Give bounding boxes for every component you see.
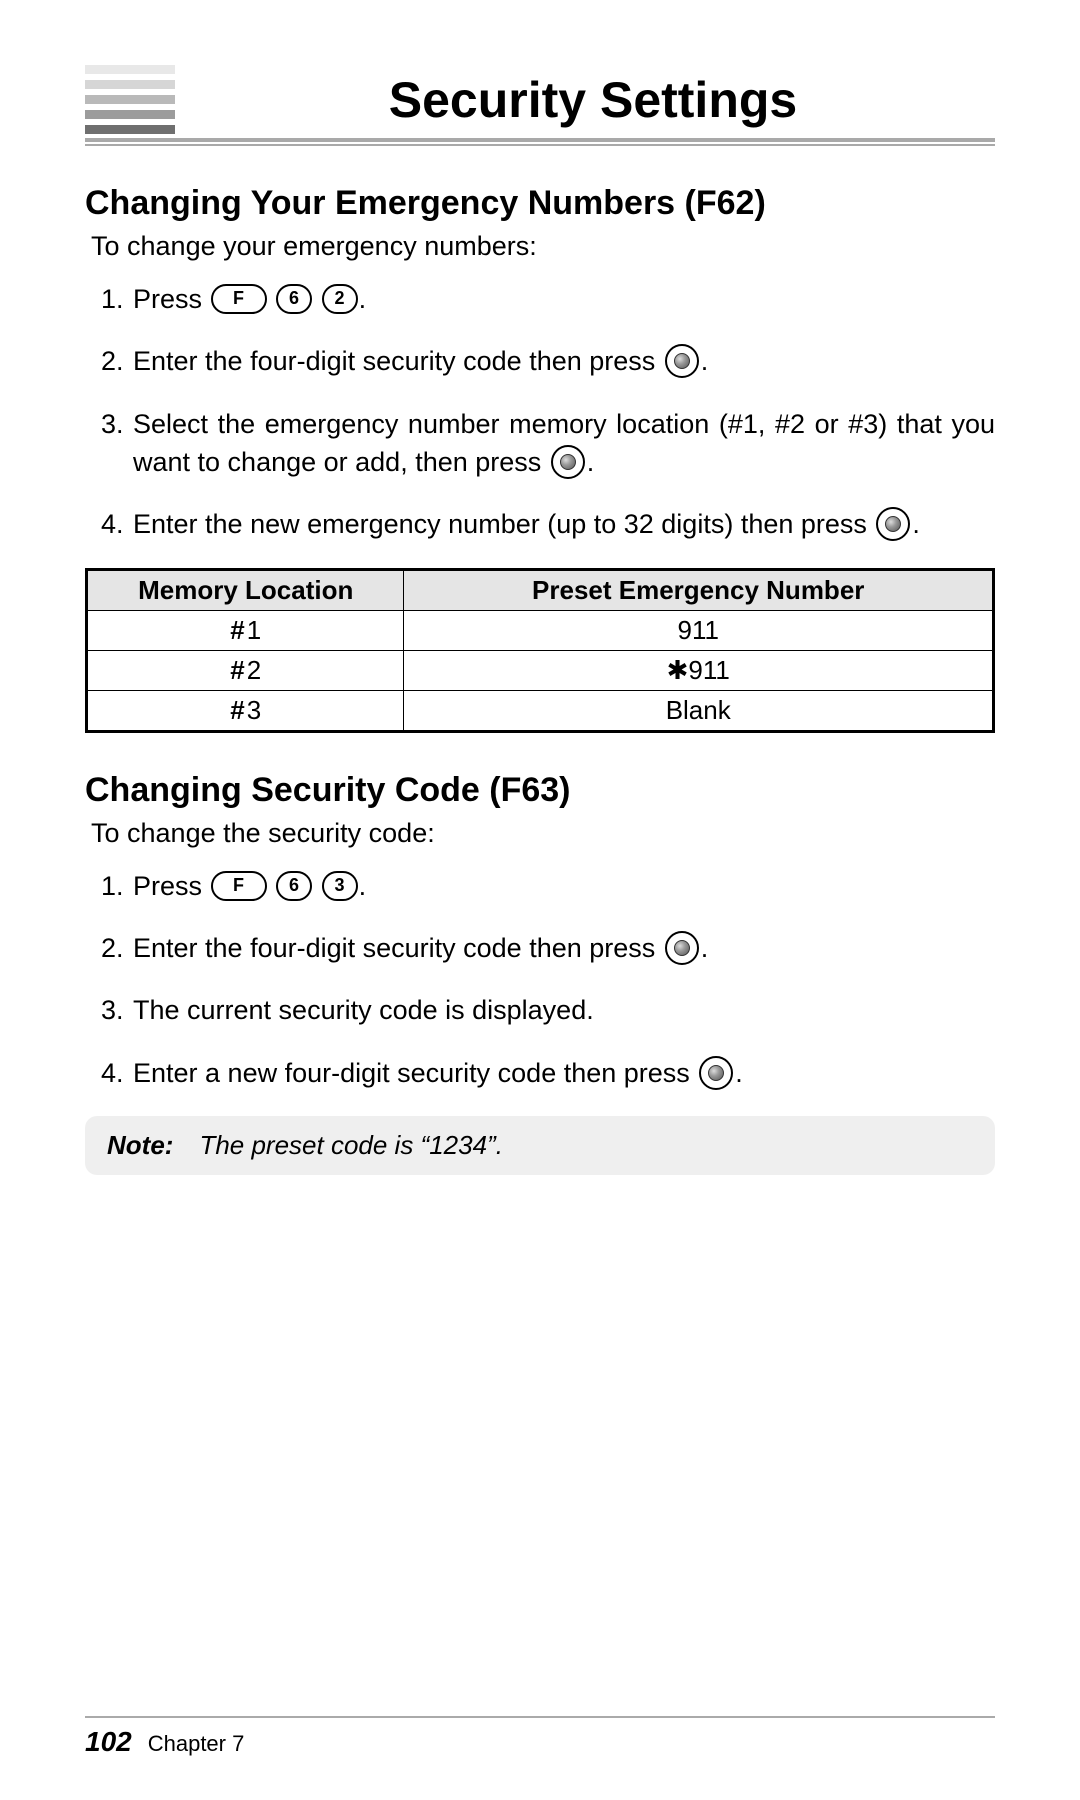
step-text: Enter the new emergency number (up to 32… bbox=[133, 509, 874, 539]
ok-button-icon bbox=[551, 445, 585, 479]
cell-num: 911 bbox=[404, 610, 994, 650]
key-6-icon: 6 bbox=[276, 284, 312, 314]
header-rule bbox=[85, 138, 995, 146]
section2-step-4: Enter a new four-digit security code the… bbox=[131, 1054, 995, 1092]
section1-step-3: Select the emergency number memory locat… bbox=[131, 405, 995, 482]
key-f-icon: F bbox=[211, 871, 267, 901]
th-memory-location: Memory Location bbox=[87, 569, 404, 610]
table-row: #1 911 bbox=[87, 610, 994, 650]
period: . bbox=[701, 346, 709, 376]
cell-num: Blank bbox=[404, 690, 994, 731]
step-text: Press bbox=[133, 284, 210, 314]
section1-step-2: Enter the four-digit security code then … bbox=[131, 342, 995, 380]
step-text: The current security code is displayed. bbox=[133, 995, 594, 1025]
ok-button-icon bbox=[665, 931, 699, 965]
loc-value: 1 bbox=[247, 615, 261, 645]
loc-value: 3 bbox=[247, 695, 261, 725]
table-row: #2 ✱911 bbox=[87, 650, 994, 690]
section1-step-1: Press F 6 2. bbox=[131, 280, 995, 318]
header-stripes-icon bbox=[85, 65, 175, 134]
key-3-icon: 3 bbox=[322, 871, 358, 901]
table-row: #3 Blank bbox=[87, 690, 994, 731]
section2-steps: Press F 6 3. Enter the four-digit securi… bbox=[85, 867, 995, 1092]
page: Security Settings Changing Your Emergenc… bbox=[0, 0, 1080, 1800]
step-text: Press bbox=[133, 871, 210, 901]
key-2-icon: 2 bbox=[322, 284, 358, 314]
period: . bbox=[587, 447, 595, 477]
hash-icon: # bbox=[230, 655, 244, 685]
step-text: Enter the four-digit security code then … bbox=[133, 346, 663, 376]
section-heading-emergency: Changing Your Emergency Numbers (F62) bbox=[85, 184, 995, 223]
period: . bbox=[735, 1058, 743, 1088]
key-f-icon: F bbox=[211, 284, 267, 314]
th-preset-number: Preset Emergency Number bbox=[404, 569, 994, 610]
section2-intro: To change the security code: bbox=[91, 818, 995, 849]
loc-value: 2 bbox=[247, 655, 261, 685]
section2-step-3: The current security code is displayed. bbox=[131, 991, 995, 1029]
preset-emergency-table: Memory Location Preset Emergency Number … bbox=[85, 568, 995, 733]
page-footer: 102 Chapter 7 bbox=[85, 1716, 995, 1758]
page-number: 102 bbox=[85, 1726, 132, 1758]
chapter-label: Chapter 7 bbox=[148, 1731, 245, 1757]
ok-button-icon bbox=[665, 344, 699, 378]
section-heading-security-code: Changing Security Code (F63) bbox=[85, 771, 995, 810]
cell-loc: #1 bbox=[87, 610, 404, 650]
ok-button-icon bbox=[876, 507, 910, 541]
hash-icon: # bbox=[230, 695, 244, 725]
section2-step-2: Enter the four-digit security code then … bbox=[131, 929, 995, 967]
note-box: Note: The preset code is “1234”. bbox=[85, 1116, 995, 1175]
section1-steps: Press F 6 2. Enter the four-digit securi… bbox=[85, 280, 995, 544]
cell-loc: #3 bbox=[87, 690, 404, 731]
key-6-icon: 6 bbox=[276, 871, 312, 901]
period: . bbox=[359, 284, 367, 314]
step-text: Enter the four-digit security code then … bbox=[133, 933, 663, 963]
page-title: Security Settings bbox=[191, 71, 995, 129]
table-header-row: Memory Location Preset Emergency Number bbox=[87, 569, 994, 610]
period: . bbox=[912, 509, 920, 539]
period: . bbox=[359, 871, 367, 901]
cell-num: ✱911 bbox=[404, 650, 994, 690]
cell-loc: #2 bbox=[87, 650, 404, 690]
hash-icon: # bbox=[230, 615, 244, 645]
page-header: Security Settings bbox=[85, 65, 995, 134]
section1-intro: To change your emergency numbers: bbox=[91, 231, 995, 262]
period: . bbox=[701, 933, 709, 963]
section1-step-4: Enter the new emergency number (up to 32… bbox=[131, 505, 995, 543]
note-text: The preset code is “1234”. bbox=[199, 1130, 503, 1161]
ok-button-icon bbox=[699, 1056, 733, 1090]
section2-step-1: Press F 6 3. bbox=[131, 867, 995, 905]
step-text: Enter a new four-digit security code the… bbox=[133, 1058, 697, 1088]
note-label: Note: bbox=[107, 1130, 173, 1161]
